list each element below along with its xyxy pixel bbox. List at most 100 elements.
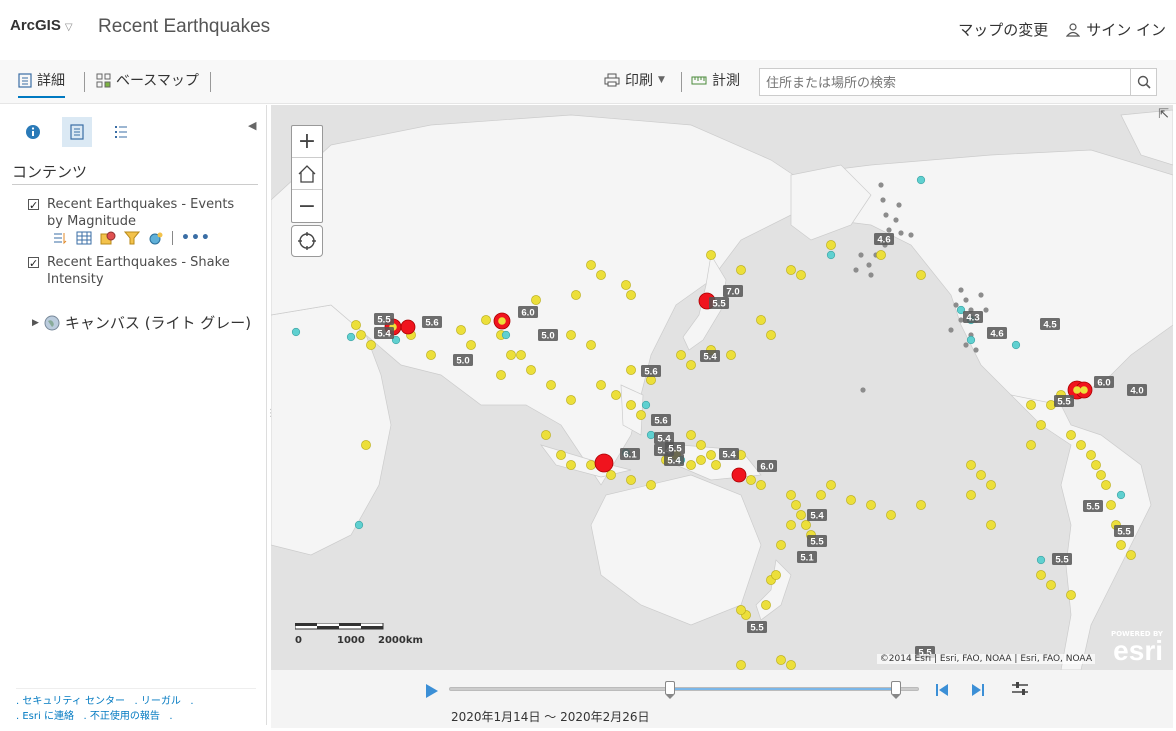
basemap-layer-item[interactable]: ▶ キャンバス (ライト グレー) — [32, 312, 251, 333]
modify-map-link[interactable]: マップの変更 — [958, 19, 1048, 40]
quake-point-moderate[interactable] — [506, 350, 516, 360]
quake-point-moderate[interactable] — [626, 475, 636, 485]
quake-point-moderate[interactable] — [786, 520, 796, 530]
quake-point-moderate[interactable] — [596, 380, 606, 390]
quake-point-moderate[interactable] — [621, 280, 631, 290]
quake-point-small[interactable] — [853, 267, 859, 273]
quake-point-moderate[interactable] — [546, 380, 556, 390]
quake-point-moderate[interactable] — [676, 350, 686, 360]
quake-point-moderate[interactable] — [496, 370, 506, 380]
quake-point-minor[interactable] — [966, 335, 976, 345]
quake-point-moderate[interactable] — [531, 295, 541, 305]
map-view[interactable]: 5.5 5.4 5.6 6.0 5.0 5.0 5.6 7.0 5.5 5.4 5.6 5.4 5.4 5… — [271, 105, 1173, 670]
quake-point-moderate[interactable] — [566, 330, 576, 340]
layer-checkbox[interactable] — [28, 197, 39, 214]
quake-point-small[interactable] — [893, 217, 899, 223]
report-abuse-link[interactable]: 不正使用の報告 — [90, 711, 160, 722]
quake-point-minor[interactable] — [1116, 490, 1126, 500]
quake-point-small[interactable] — [983, 307, 989, 313]
quake-point-moderate[interactable] — [1096, 470, 1106, 480]
quake-point-moderate[interactable] — [726, 350, 736, 360]
quake-point-moderate[interactable] — [526, 365, 536, 375]
quake-point-moderate[interactable] — [696, 440, 706, 450]
quake-point-moderate[interactable] — [986, 520, 996, 530]
legal-link[interactable]: リーガル — [141, 696, 181, 707]
quake-point-major[interactable] — [731, 467, 747, 483]
quake-point-moderate[interactable] — [606, 470, 616, 480]
quake-point-minor[interactable] — [346, 332, 356, 342]
quake-point-moderate[interactable] — [706, 250, 716, 260]
end-thumb[interactable] — [891, 681, 901, 699]
layer-checkbox[interactable] — [28, 255, 39, 272]
more-options-icon[interactable]: ••• — [181, 230, 211, 246]
measure-button[interactable]: 計測 — [691, 70, 740, 90]
zoom-in-button[interactable]: + — [292, 126, 322, 158]
quake-point-moderate[interactable] — [646, 480, 656, 490]
quake-point-major[interactable] — [594, 453, 614, 473]
quake-point-moderate[interactable] — [826, 480, 836, 490]
quake-point-moderate[interactable] — [586, 260, 596, 270]
filter-icon[interactable] — [124, 231, 140, 245]
analysis-icon[interactable] — [148, 231, 164, 245]
quake-point-small[interactable] — [953, 302, 959, 308]
quake-point-moderate[interactable] — [706, 450, 716, 460]
quake-point-major[interactable] — [400, 319, 416, 335]
quake-point-moderate[interactable] — [1076, 440, 1086, 450]
home-button[interactable] — [292, 158, 322, 190]
quake-point-small[interactable] — [963, 342, 969, 348]
about-tab[interactable] — [18, 117, 48, 147]
quake-point-small[interactable] — [860, 387, 866, 393]
quake-point-moderate[interactable] — [1126, 550, 1136, 560]
quake-point-moderate[interactable] — [986, 480, 996, 490]
quake-point-moderate[interactable] — [756, 315, 766, 325]
quake-point-moderate[interactable] — [916, 270, 926, 280]
previous-icon[interactable] — [934, 682, 950, 698]
quake-point-small[interactable] — [978, 292, 984, 298]
quake-point-moderate[interactable] — [1026, 400, 1036, 410]
arcgis-brand-menu[interactable]: ArcGIS ▽ — [10, 17, 73, 34]
table-icon[interactable] — [76, 231, 92, 245]
quake-point-small[interactable] — [880, 197, 886, 203]
start-thumb[interactable] — [664, 681, 675, 699]
collapse-panel-icon[interactable]: ◀ — [248, 119, 256, 132]
quake-point-moderate[interactable] — [466, 340, 476, 350]
quake-point-moderate[interactable] — [586, 340, 596, 350]
content-icon[interactable] — [52, 231, 68, 245]
quake-point-moderate[interactable] — [626, 290, 636, 300]
quake-point-moderate[interactable] — [686, 460, 696, 470]
quake-point-moderate[interactable] — [566, 460, 576, 470]
quake-point-small[interactable] — [973, 347, 979, 353]
quake-point-small[interactable] — [866, 262, 872, 268]
quake-point-moderate[interactable] — [1066, 590, 1076, 600]
quake-point-moderate[interactable] — [481, 315, 491, 325]
slider-settings-icon[interactable] — [1011, 682, 1029, 696]
quake-point-small[interactable] — [958, 287, 964, 293]
quake-point-moderate[interactable] — [351, 320, 361, 330]
quake-point-minor[interactable] — [291, 327, 301, 337]
quake-point-moderate[interactable] — [976, 470, 986, 480]
quake-point-moderate[interactable] — [776, 540, 786, 550]
quake-point-moderate[interactable] — [1116, 540, 1126, 550]
quake-point-moderate[interactable] — [916, 500, 926, 510]
quake-point-moderate[interactable] — [366, 340, 376, 350]
quake-point-moderate[interactable] — [1046, 580, 1056, 590]
quake-point-moderate[interactable] — [826, 240, 836, 250]
quake-point-moderate[interactable] — [1086, 450, 1096, 460]
quake-point-moderate[interactable] — [966, 460, 976, 470]
quake-point-minor[interactable] — [1011, 340, 1021, 350]
quake-point-moderate[interactable] — [886, 510, 896, 520]
quake-point-moderate[interactable] — [736, 605, 746, 615]
quake-point-minor[interactable] — [641, 400, 651, 410]
contact-esri-link[interactable]: Esri に連絡 — [22, 711, 74, 722]
quake-point-minor[interactable] — [916, 175, 926, 185]
quake-point-moderate[interactable] — [516, 350, 526, 360]
quake-point-moderate[interactable] — [816, 490, 826, 500]
search-button[interactable] — [1130, 69, 1156, 95]
quake-point-moderate[interactable] — [1066, 430, 1076, 440]
quake-point-moderate[interactable] — [541, 430, 551, 440]
quake-point-moderate[interactable] — [1036, 570, 1046, 580]
quake-point-moderate[interactable] — [686, 360, 696, 370]
quake-point-moderate[interactable] — [611, 390, 621, 400]
quake-point-minor[interactable] — [354, 520, 364, 530]
quake-point-small[interactable] — [868, 272, 874, 278]
